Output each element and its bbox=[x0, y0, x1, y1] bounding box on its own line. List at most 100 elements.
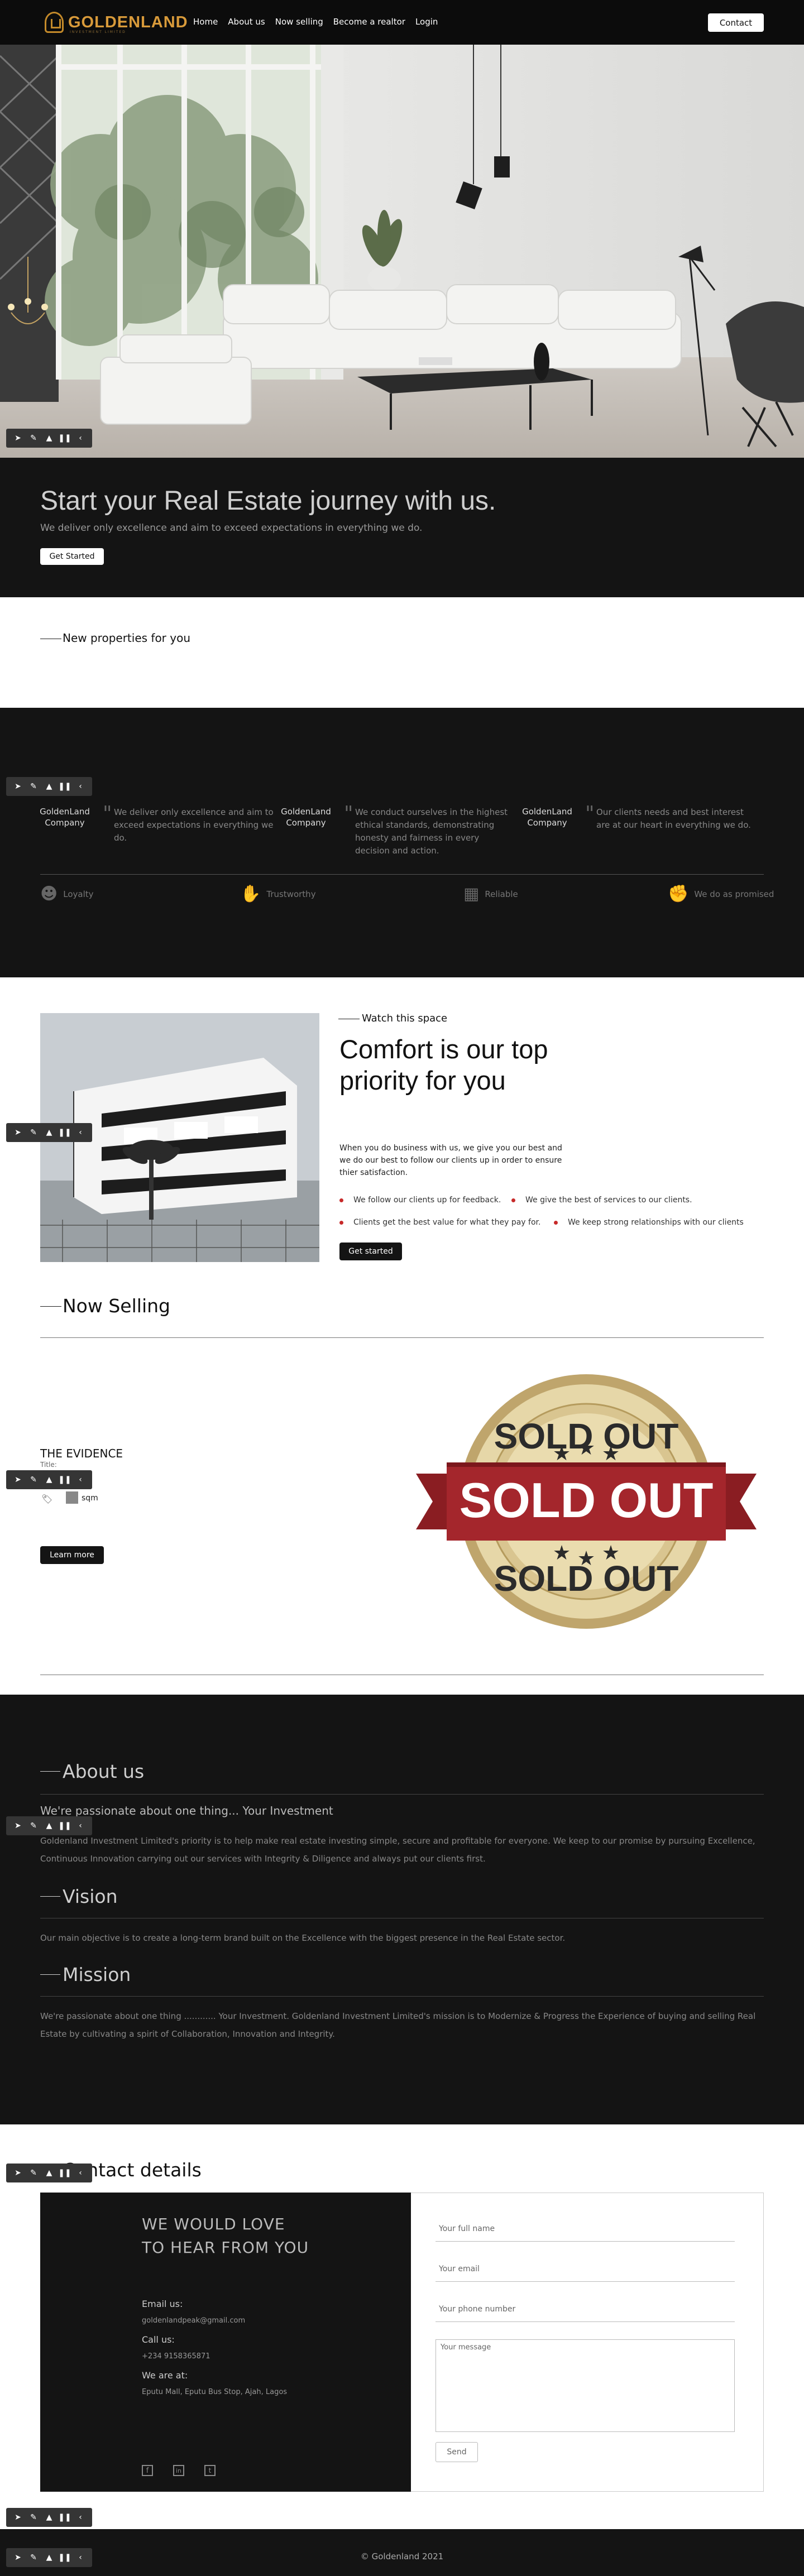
editor-toolbar: ➤ ✎ ▲ ❚❚ ‹ bbox=[6, 777, 92, 796]
address-label: We are at: bbox=[142, 2370, 188, 2381]
get-started-button[interactable]: Get started bbox=[339, 1243, 402, 1260]
pencil-icon[interactable]: ✎ bbox=[26, 782, 41, 791]
pencil-icon[interactable]: ✎ bbox=[26, 1128, 41, 1137]
editor-toolbar: ➤ ✎ ▲ ❚❚ ‹ bbox=[6, 2508, 92, 2527]
value-quote: We conduct ourselves in the highest ethi… bbox=[355, 807, 508, 856]
feature-label: Trustworthy bbox=[266, 889, 316, 899]
building-icon: ▦ bbox=[463, 884, 480, 904]
divider bbox=[40, 1794, 764, 1795]
contact-form: Your full name Your email Your phone num… bbox=[411, 2193, 764, 2492]
hero-subtitle: We deliver only excellence and aim to ex… bbox=[40, 522, 423, 534]
pause-icon[interactable]: ❚❚ bbox=[58, 434, 72, 443]
cursor-icon[interactable]: ➤ bbox=[11, 1128, 25, 1137]
bullet-dot bbox=[511, 1198, 515, 1202]
brush-icon[interactable]: ▲ bbox=[42, 2513, 56, 2522]
bullet-text: We follow our clients up for feedback. bbox=[353, 1196, 501, 1205]
brush-icon[interactable]: ▲ bbox=[42, 434, 56, 443]
pencil-icon[interactable]: ✎ bbox=[26, 1475, 41, 1484]
email-label: Email us: bbox=[142, 2299, 183, 2309]
feature-reliable: ▦ Reliable bbox=[463, 884, 518, 904]
chevron-left-icon[interactable]: ‹ bbox=[73, 1475, 88, 1484]
tag-icon: 🏷 bbox=[41, 1494, 53, 1504]
nav-now-selling[interactable]: Now selling bbox=[275, 17, 323, 27]
brush-icon[interactable]: ▲ bbox=[42, 782, 56, 791]
field-underline bbox=[436, 2281, 735, 2282]
cursor-icon[interactable]: ➤ bbox=[11, 782, 25, 791]
quote-icon: " bbox=[585, 803, 595, 826]
contact-button[interactable]: Contact bbox=[708, 13, 764, 32]
get-started-button[interactable]: Get Started bbox=[40, 548, 104, 565]
learn-more-button[interactable]: Learn more bbox=[40, 1546, 104, 1564]
about-body: Goldenland Investment Limited's priority… bbox=[40, 1836, 755, 1864]
message-textarea[interactable]: Your message bbox=[436, 2339, 735, 2432]
mission-title: Mission bbox=[40, 1964, 131, 1985]
nav-become-realtor[interactable]: Become a realtor bbox=[333, 17, 405, 27]
about-section: About us We're passionate about one thin… bbox=[0, 1695, 804, 2124]
logo[interactable]: GOLDENLAND INVESTMENT LIMITED bbox=[45, 9, 188, 36]
pencil-icon[interactable]: ✎ bbox=[26, 434, 41, 443]
name-field[interactable]: Your full name bbox=[439, 2224, 495, 2233]
linkedin-icon[interactable]: in bbox=[173, 2465, 184, 2476]
editor-toolbar: ➤ ✎ ▲ ❚❚ ‹ bbox=[6, 1123, 92, 1142]
email-field[interactable]: Your email bbox=[439, 2265, 480, 2273]
field-underline bbox=[436, 2241, 735, 2242]
pause-icon[interactable]: ❚❚ bbox=[58, 1821, 72, 1830]
quote-icon: " bbox=[344, 803, 353, 826]
brush-icon[interactable]: ▲ bbox=[42, 1128, 56, 1137]
pause-icon[interactable]: ❚❚ bbox=[58, 2169, 72, 2177]
values-section: ➤ ✎ ▲ ❚❚ ‹ GoldenLand Company " We deliv… bbox=[0, 708, 804, 977]
pause-icon[interactable]: ❚❚ bbox=[58, 1475, 72, 1484]
twitter-icon[interactable]: t bbox=[204, 2465, 216, 2476]
property-size-unit: sqm bbox=[82, 1494, 98, 1503]
bullet-text: We give the best of services to our clie… bbox=[525, 1196, 692, 1205]
nav-about[interactable]: About us bbox=[228, 17, 265, 27]
chevron-left-icon[interactable]: ‹ bbox=[73, 782, 88, 791]
handshake-icon: ✋ bbox=[240, 884, 261, 904]
nav-login[interactable]: Login bbox=[415, 17, 438, 27]
phone-field[interactable]: Your phone number bbox=[439, 2305, 515, 2314]
svg-text:★: ★ bbox=[553, 1442, 571, 1465]
site-header: GOLDENLAND INVESTMENT LIMITED Home About… bbox=[0, 0, 804, 45]
social-links: f in t bbox=[142, 2465, 216, 2476]
pause-icon[interactable]: ❚❚ bbox=[58, 2513, 72, 2522]
cursor-icon[interactable]: ➤ bbox=[11, 434, 25, 443]
logo-subtext: INVESTMENT LIMITED bbox=[70, 30, 126, 34]
pause-icon[interactable]: ❚❚ bbox=[58, 782, 72, 791]
feature-promise: ✊ We do as promised bbox=[668, 884, 774, 904]
phone-link[interactable]: +234 9158365871 bbox=[142, 2352, 210, 2361]
feature-loyalty: ☻ Loyalty bbox=[40, 884, 94, 904]
chevron-left-icon[interactable]: ‹ bbox=[73, 2513, 88, 2522]
cursor-icon[interactable]: ➤ bbox=[11, 2169, 25, 2177]
section-line bbox=[40, 1306, 61, 1307]
bullet-item: We give the best of services to our clie… bbox=[511, 1196, 692, 1205]
pause-icon[interactable]: ❚❚ bbox=[58, 1128, 72, 1137]
cursor-icon[interactable]: ➤ bbox=[11, 1821, 25, 1830]
svg-text:★: ★ bbox=[577, 1437, 595, 1460]
feature-label: We do as promised bbox=[694, 889, 774, 899]
chevron-left-icon[interactable]: ‹ bbox=[73, 1128, 88, 1137]
brush-icon[interactable]: ▲ bbox=[42, 2169, 56, 2177]
cursor-icon[interactable]: ➤ bbox=[11, 1475, 25, 1484]
brush-icon[interactable]: ▲ bbox=[42, 1821, 56, 1830]
send-button[interactable]: Send bbox=[436, 2442, 478, 2462]
email-link[interactable]: goldenlandpeak@gmail.com bbox=[142, 2316, 245, 2325]
pencil-icon[interactable]: ✎ bbox=[26, 2513, 41, 2522]
quote-icon: " bbox=[103, 803, 112, 826]
pencil-icon[interactable]: ✎ bbox=[26, 2169, 41, 2177]
comfort-kicker: Watch this space bbox=[362, 1013, 448, 1024]
new-properties-title: New properties for you bbox=[63, 631, 191, 645]
feature-label: Loyalty bbox=[63, 889, 94, 899]
chevron-left-icon[interactable]: ‹ bbox=[73, 434, 88, 443]
company-label: GoldenLand Company bbox=[281, 807, 331, 828]
pencil-icon[interactable]: ✎ bbox=[26, 1821, 41, 1830]
brush-icon[interactable]: ▲ bbox=[42, 1475, 56, 1484]
hero-title: Start your Real Estate journey with us. bbox=[40, 486, 496, 516]
nav-home[interactable]: Home bbox=[193, 17, 218, 27]
chevron-left-icon[interactable]: ‹ bbox=[73, 2169, 88, 2177]
property-title-label: Title: bbox=[40, 1461, 57, 1469]
chevron-left-icon[interactable]: ‹ bbox=[73, 1821, 88, 1830]
area-icon bbox=[66, 1491, 78, 1504]
facebook-icon[interactable]: f bbox=[142, 2465, 153, 2476]
bullet-dot bbox=[554, 1220, 558, 1225]
cursor-icon[interactable]: ➤ bbox=[11, 2513, 25, 2522]
